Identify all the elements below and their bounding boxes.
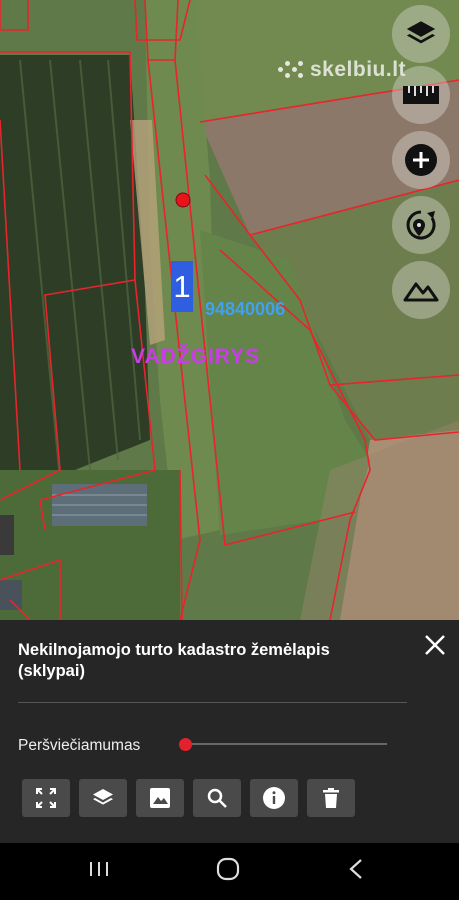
plot-number-label[interactable]: 1 bbox=[171, 261, 193, 312]
opacity-slider-thumb[interactable] bbox=[179, 738, 192, 751]
info-icon bbox=[262, 786, 286, 810]
delete-icon bbox=[321, 787, 341, 809]
measure-button[interactable] bbox=[392, 66, 450, 124]
search-button[interactable] bbox=[193, 779, 241, 817]
panel-title: Nekilnojamojo turto kadastro žemėlapis (… bbox=[18, 641, 330, 680]
opacity-label: Peršviečiamumas bbox=[18, 737, 141, 754]
watermark-logo-icon bbox=[278, 59, 304, 81]
zoom-in-icon bbox=[404, 143, 438, 177]
info-button[interactable] bbox=[250, 779, 298, 817]
fullscreen-button[interactable] bbox=[22, 779, 70, 817]
watermark-text: skelbiu.lt bbox=[310, 58, 407, 81]
image-icon bbox=[149, 787, 171, 809]
place-name-label: VADŽGIRYS bbox=[131, 345, 261, 368]
layers-icon bbox=[91, 786, 115, 810]
close-panel-button[interactable] bbox=[420, 630, 450, 660]
close-icon bbox=[420, 635, 450, 664]
watermark: skelbiu.lt bbox=[278, 58, 406, 82]
recent-apps-button[interactable] bbox=[69, 843, 129, 900]
terrain-icon bbox=[403, 278, 439, 302]
opacity-slider-track[interactable] bbox=[186, 743, 387, 745]
plot-code-label: 94840006 bbox=[205, 299, 286, 319]
ruler-icon bbox=[402, 84, 440, 106]
rotate-location-icon bbox=[403, 207, 439, 243]
home-icon bbox=[216, 857, 240, 886]
screen: skelbiu.lt 1 94840006 VADŽGIRYS Nekilnoj… bbox=[0, 0, 459, 900]
layers-tool-button[interactable] bbox=[79, 779, 127, 817]
search-icon bbox=[206, 787, 228, 809]
map-view[interactable]: skelbiu.lt 1 94840006 VADŽGIRYS bbox=[0, 0, 459, 620]
layers-icon bbox=[404, 17, 438, 51]
image-button[interactable] bbox=[136, 779, 184, 817]
layer-panel: Nekilnojamojo turto kadastro žemėlapis (… bbox=[0, 620, 459, 843]
back-button[interactable] bbox=[326, 843, 386, 900]
system-navigation-bar bbox=[0, 843, 459, 900]
panel-divider bbox=[18, 702, 407, 703]
rotate-location-button[interactable] bbox=[392, 196, 450, 254]
back-icon bbox=[348, 858, 364, 885]
layers-button[interactable] bbox=[392, 5, 450, 63]
terrain-button[interactable] bbox=[392, 261, 450, 319]
recent-apps-icon bbox=[88, 859, 110, 884]
fullscreen-icon bbox=[35, 787, 57, 809]
home-button[interactable] bbox=[198, 843, 258, 900]
panel-toolbar bbox=[22, 779, 355, 817]
delete-button[interactable] bbox=[307, 779, 355, 817]
zoom-in-button[interactable] bbox=[392, 131, 450, 189]
